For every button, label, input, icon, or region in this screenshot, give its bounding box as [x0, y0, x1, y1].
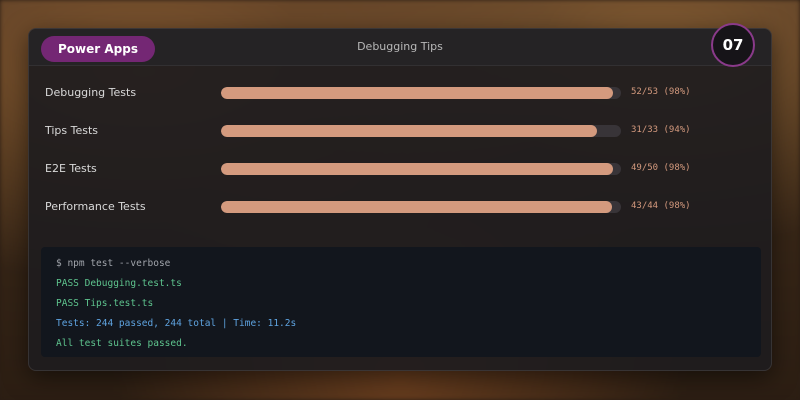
terminal-output: $ npm test --verbose PASS Debugging.test…	[41, 247, 761, 357]
page-title: Debugging Tips	[357, 40, 443, 53]
progress-track	[221, 125, 621, 137]
terminal-pass-line: PASS Tips.test.ts	[56, 298, 154, 309]
progress-fill	[221, 201, 612, 213]
test-row-performance: Performance Tests 43/44 (98%)	[45, 199, 757, 237]
test-progress-list: Debugging Tests 52/53 (98%) Tips Tests 3…	[45, 85, 757, 237]
slide-number-badge: 07	[711, 23, 755, 67]
progress-track	[221, 201, 621, 213]
test-label: Debugging Tests	[45, 86, 137, 99]
progress-track	[221, 163, 621, 175]
test-stat: 52/53 (98%)	[631, 87, 691, 97]
test-stat: 31/33 (94%)	[631, 125, 691, 135]
test-label: E2E Tests	[45, 162, 97, 175]
terminal-command-line: $ npm test --verbose	[56, 258, 171, 269]
terminal-success-line: All test suites passed.	[56, 338, 188, 349]
card-header: Power Apps Debugging Tips	[29, 29, 771, 66]
test-label: Tips Tests	[45, 124, 99, 137]
test-row-e2e: E2E Tests 49/50 (98%)	[45, 161, 757, 199]
test-stat: 49/50 (98%)	[631, 163, 691, 173]
terminal-summary-line: Tests: 244 passed, 244 total | Time: 11.…	[56, 318, 297, 329]
test-label: Performance Tests	[45, 200, 146, 213]
test-stat: 43/44 (98%)	[631, 201, 691, 211]
terminal-pass-line: PASS Debugging.test.ts	[56, 278, 182, 289]
progress-fill	[221, 125, 597, 137]
test-row-tips: Tips Tests 31/33 (94%)	[45, 123, 757, 161]
test-results-card: Power Apps Debugging Tips 07 Debugging T…	[28, 23, 772, 371]
progress-fill	[221, 87, 614, 99]
progress-track	[221, 87, 621, 99]
test-row-debugging: Debugging Tests 52/53 (98%)	[45, 85, 757, 123]
progress-fill	[221, 163, 613, 175]
